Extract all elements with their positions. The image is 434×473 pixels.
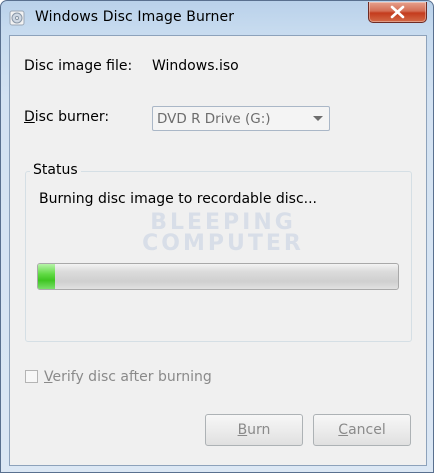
status-message: Burning disc image to recordable disc... xyxy=(39,191,317,207)
title-bar[interactable]: Windows Disc Image Burner xyxy=(1,1,433,35)
burn-progress-bar xyxy=(37,263,399,290)
cancel-button[interactable]: Cancel xyxy=(313,414,411,446)
dialog-body: Disc image file: Windows.iso Disc burner… xyxy=(9,35,427,466)
window-title: Windows Disc Image Burner xyxy=(35,9,235,25)
disc-burner-label: Disc burner: xyxy=(24,109,110,125)
burn-button[interactable]: Burn xyxy=(205,414,303,446)
verify-checkbox-label[interactable]: Verify disc after burning xyxy=(44,369,212,385)
watermark-line-2: COMPUTER xyxy=(142,231,304,256)
disc-burner-icon xyxy=(9,10,25,26)
burn-progress-fill xyxy=(38,264,55,289)
disc-burner-selected: DVD R Drive (G:) xyxy=(157,111,271,127)
status-group-title: Status xyxy=(30,162,81,178)
verify-checkbox[interactable] xyxy=(25,370,38,383)
chevron-down-icon xyxy=(313,116,323,121)
disc-image-label: Disc image file: xyxy=(24,58,133,74)
watermark: BLEEPING COMPUTER xyxy=(128,210,318,256)
close-button[interactable] xyxy=(368,2,427,23)
disc-burner-dropdown[interactable]: DVD R Drive (G:) xyxy=(152,106,330,131)
dialog-window: Windows Disc Image Burner Disc image fil… xyxy=(0,0,434,473)
disc-image-value: Windows.iso xyxy=(152,58,239,74)
close-icon xyxy=(390,5,405,19)
watermark-line-1: BLEEPING xyxy=(150,210,296,235)
